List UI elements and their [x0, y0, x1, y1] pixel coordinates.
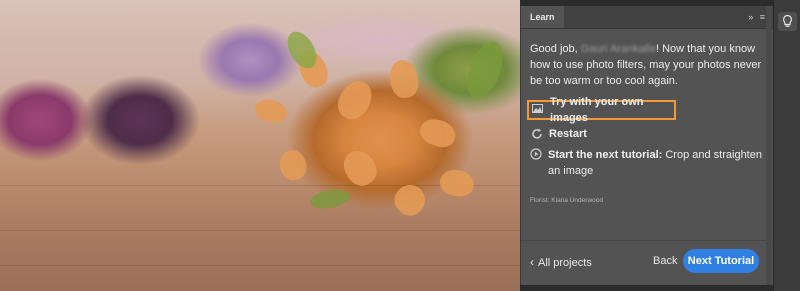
restart-label: Restart	[549, 128, 587, 140]
flower-petal	[416, 114, 460, 152]
panel-menu-icons[interactable]: » ≡	[748, 6, 767, 28]
flower-leaf	[308, 186, 352, 212]
all-projects-label: All projects	[538, 257, 592, 269]
user-name: Gauri Arankalle	[580, 43, 656, 55]
flower-leaf	[460, 36, 510, 104]
message-prefix: Good job,	[530, 43, 578, 55]
flower-petal	[276, 147, 310, 183]
lightbulb-icon	[783, 14, 792, 27]
try-own-images-label: Try with your own images	[549, 96, 644, 124]
flower-petal	[438, 167, 476, 199]
photo-credit: Florist: Kiana Underwood	[530, 197, 603, 204]
next-tutorial-button[interactable]: Next Tutorial	[683, 249, 759, 273]
panel-scrollbar[interactable]	[766, 6, 772, 285]
completion-message: Good job, Gauri Arankalle! Now that you …	[530, 41, 764, 89]
start-next-tutorial-link[interactable]: Start the next tutorial: Crop and straig…	[530, 147, 764, 179]
learn-toggle-button[interactable]	[778, 12, 797, 31]
panel-footer: ‹ All projects Back Next Tutorial	[521, 240, 773, 285]
wood-plank-line	[0, 265, 520, 266]
try-own-images-link[interactable]: Try with your own images	[527, 96, 676, 124]
image-icon	[532, 103, 544, 117]
chevron-left-icon: ‹	[530, 255, 534, 269]
flower-petal	[332, 75, 378, 125]
next-tutorial-label: Start the next tutorial:	[548, 149, 663, 161]
panel-header: Learn » ≡	[521, 6, 773, 29]
back-button[interactable]: Back	[653, 255, 677, 267]
all-projects-button[interactable]: ‹ All projects	[530, 255, 592, 269]
play-circle-icon	[530, 148, 542, 161]
learn-panel: Learn » ≡ Good job, Gauri Arankalle! Now…	[520, 6, 773, 285]
tab-learn[interactable]: Learn	[521, 6, 564, 28]
panel-body: Good job, Gauri Arankalle! Now that you …	[521, 29, 773, 209]
restart-icon	[530, 128, 543, 141]
flower-petal	[386, 57, 422, 101]
restart-link[interactable]: Restart	[530, 125, 764, 143]
wood-plank-line	[0, 230, 520, 231]
photo-canvas	[0, 0, 520, 291]
right-toolbar	[773, 0, 800, 291]
flower-petal	[252, 96, 290, 126]
